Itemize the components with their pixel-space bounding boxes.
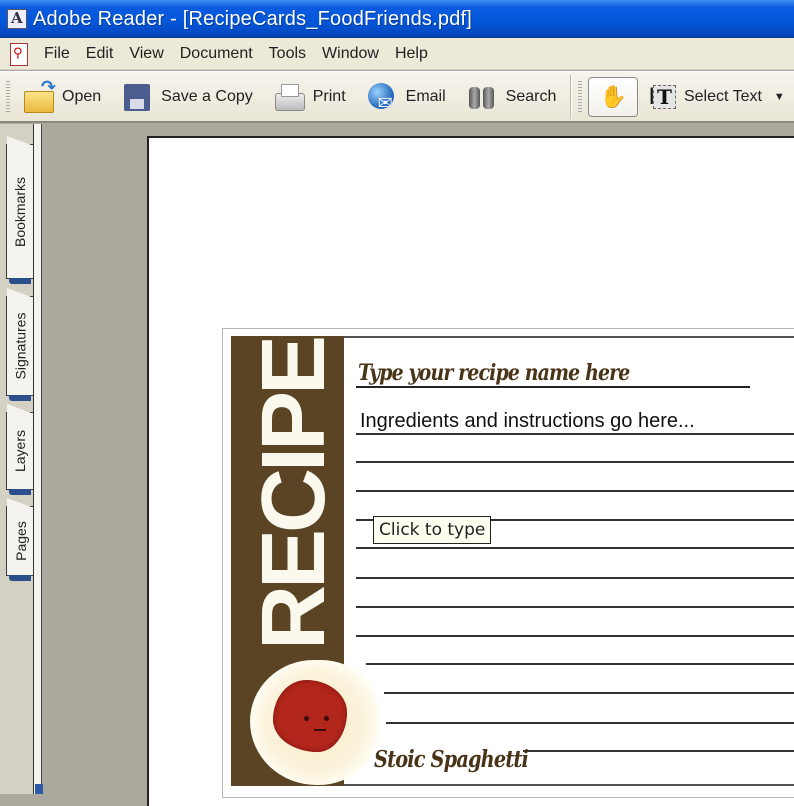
tab-pages[interactable]: Pages bbox=[6, 498, 34, 581]
open-button[interactable]: Open bbox=[22, 77, 102, 113]
select-text-label: Select Text bbox=[683, 87, 762, 105]
card-line bbox=[356, 433, 794, 435]
tab-marker bbox=[9, 575, 31, 581]
recipe-name-underline bbox=[356, 386, 750, 388]
navigation-pane-splitter[interactable] bbox=[33, 124, 41, 794]
menu-file[interactable]: File bbox=[36, 45, 78, 63]
character-eye bbox=[304, 716, 309, 721]
hand-icon: ✋ bbox=[599, 83, 628, 109]
tab-layers[interactable]: Layers bbox=[6, 404, 34, 495]
menu-bar: File Edit View Document Tools Window Hel… bbox=[0, 38, 794, 70]
window-title: Adobe Reader - [RecipeCards_FoodFriends.… bbox=[33, 7, 473, 30]
search-button[interactable]: Search bbox=[466, 81, 557, 113]
chevron-down-icon[interactable]: ▼ bbox=[774, 91, 785, 103]
character-eye bbox=[324, 716, 329, 721]
adobe-reader-icon bbox=[7, 9, 27, 29]
tab-marker bbox=[9, 489, 31, 495]
pane-resize-handle[interactable] bbox=[35, 784, 43, 794]
printer-icon bbox=[273, 81, 305, 113]
card-line bbox=[366, 663, 794, 665]
open-label: Open bbox=[62, 87, 102, 105]
tab-bookmarks[interactable]: Bookmarks bbox=[6, 136, 34, 284]
email-label: Email bbox=[405, 87, 446, 105]
menu-document[interactable]: Document bbox=[172, 45, 261, 63]
toolbar: Open Save a Copy Print Email Search ✋ I … bbox=[0, 71, 794, 123]
tab-signatures-label: Signatures bbox=[12, 312, 29, 380]
toolbar-separator bbox=[570, 74, 573, 119]
floppy-disk-icon bbox=[121, 81, 153, 113]
window-title-bar: Adobe Reader - [RecipeCards_FoodFriends.… bbox=[0, 0, 794, 38]
navigation-pane: Bookmarks Signatures Layers Pages bbox=[0, 124, 42, 794]
tab-signatures[interactable]: Signatures bbox=[6, 288, 34, 401]
card-line bbox=[356, 547, 794, 549]
email-button[interactable]: Email bbox=[366, 81, 446, 114]
card-line bbox=[356, 635, 794, 637]
menu-help[interactable]: Help bbox=[387, 45, 436, 63]
search-label: Search bbox=[505, 87, 557, 105]
recipe-name-field[interactable]: Type your recipe name here bbox=[358, 360, 630, 386]
character-mouth bbox=[314, 729, 326, 731]
card-line bbox=[356, 461, 794, 463]
tab-bookmarks-label: Bookmarks bbox=[12, 176, 29, 247]
tab-marker bbox=[9, 278, 31, 284]
toolbar-grip[interactable] bbox=[6, 80, 10, 113]
print-label: Print bbox=[312, 87, 346, 105]
hand-tool-button[interactable]: ✋ bbox=[588, 76, 639, 117]
tab-pages-label: Pages bbox=[12, 521, 29, 561]
card-line bbox=[356, 606, 794, 608]
save-a-copy-button[interactable]: Save a Copy bbox=[121, 81, 253, 113]
toolbar-grip-2[interactable] bbox=[578, 80, 583, 113]
select-text-icon: T bbox=[653, 84, 676, 109]
menu-tools[interactable]: Tools bbox=[261, 45, 314, 63]
pdf-document-icon[interactable] bbox=[8, 42, 30, 66]
select-text-button[interactable]: I T Select Text ▼ bbox=[648, 83, 784, 111]
card-line bbox=[523, 750, 794, 752]
sauce-character-illustration bbox=[273, 680, 347, 752]
print-button[interactable]: Print bbox=[273, 81, 346, 113]
card-line bbox=[356, 490, 794, 492]
tab-marker bbox=[9, 395, 31, 401]
save-a-copy-label: Save a Copy bbox=[161, 87, 253, 105]
open-folder-icon bbox=[22, 77, 56, 113]
recipe-side-label: RECIPE bbox=[244, 338, 344, 650]
menu-view[interactable]: View bbox=[121, 45, 171, 63]
card-line bbox=[356, 577, 794, 579]
ingredients-field[interactable]: Ingredients and instructions go here... bbox=[360, 410, 695, 433]
click-to-type-tooltip: Click to type bbox=[373, 516, 492, 544]
menu-window[interactable]: Window bbox=[314, 45, 387, 63]
card-line bbox=[384, 692, 794, 694]
tab-layers-label: Layers bbox=[12, 429, 29, 473]
menu-edit[interactable]: Edit bbox=[78, 45, 122, 63]
binoculars-icon bbox=[466, 81, 498, 113]
character-name: Stoic Spaghetti bbox=[374, 746, 529, 773]
card-line bbox=[386, 722, 794, 724]
email-globe-icon bbox=[366, 81, 398, 114]
